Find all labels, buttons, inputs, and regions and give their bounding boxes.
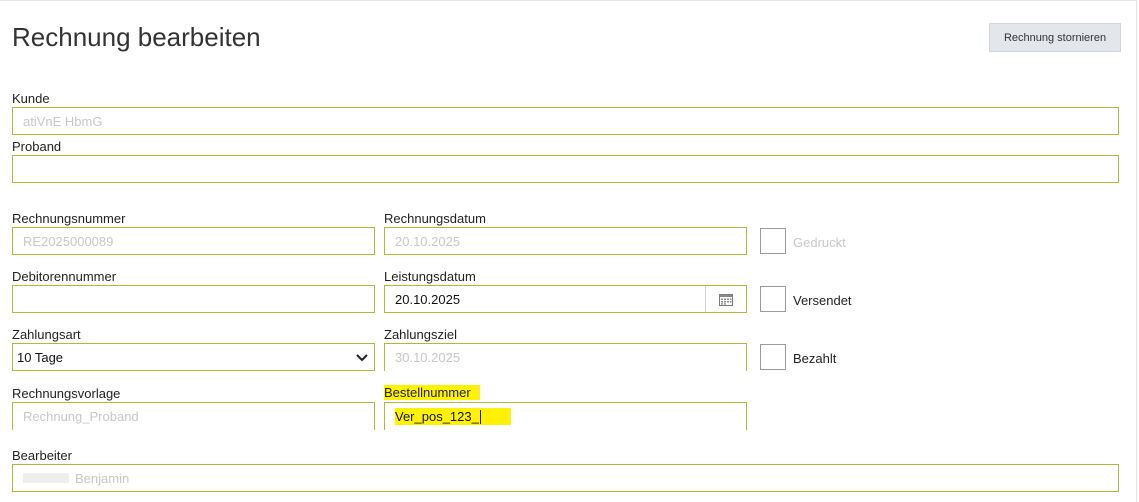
zahlungsart-select[interactable]: 10 Tage (12, 343, 375, 371)
debitorennummer-field[interactable] (12, 285, 375, 313)
leistungsdatum-value: 20.10.2025 (395, 291, 461, 307)
chevron-down-icon (356, 354, 368, 362)
zahlungsziel-label: Zahlungsziel (384, 327, 457, 342)
versendet-label: Versendet (793, 293, 852, 308)
text-cursor (479, 410, 481, 425)
bestellnummer-value-wrap: Ver_pos_123_ (395, 407, 511, 426)
kunde-value: atiVnE HbmG (23, 113, 103, 129)
calendar-button[interactable] (705, 286, 746, 312)
rechnungsnummer-label: Rechnungsnummer (12, 211, 126, 226)
rechnungsnummer-field[interactable]: RE2025000089 (12, 227, 375, 255)
zahlungsziel-field[interactable]: 30.10.2025 (384, 343, 747, 371)
versendet-checkbox[interactable] (760, 286, 786, 312)
proband-field[interactable] (12, 155, 1119, 183)
cancel-invoice-button[interactable]: Rechnung stornieren (989, 23, 1121, 52)
rechnungsnummer-value: RE2025000089 (23, 233, 114, 249)
calendar-icon (719, 293, 733, 306)
rechnungsvorlage-value: Rechnung_Proband (23, 409, 139, 424)
zahlungsart-value: 10 Tage (17, 349, 64, 365)
bestellnummer-label: Bestellnummer (384, 385, 480, 400)
debitorennummer-label: Debitorennummer (12, 269, 117, 284)
leistungsdatum-field[interactable]: 20.10.2025 (384, 285, 747, 313)
bestellnummer-field[interactable]: Ver_pos_123_ (384, 402, 747, 430)
bezahlt-label: Bezahlt (793, 351, 837, 366)
bestellnummer-label-text: Bestellnummer (384, 385, 480, 400)
rechnungsdatum-field[interactable]: 20.10.2025 (384, 227, 747, 255)
bezahlt-checkbox[interactable] (760, 344, 786, 370)
zahlungsart-label: Zahlungsart (12, 327, 81, 342)
proband-label: Proband (12, 139, 62, 154)
rechnungsdatum-label: Rechnungsdatum (384, 211, 486, 226)
gedruckt-label: Gedruckt (793, 235, 846, 250)
rechnungsvorlage-label: Rechnungsvorlage (12, 386, 121, 401)
bearbeiter-value: Benjamin (75, 470, 130, 486)
kunde-label: Kunde (12, 91, 50, 106)
rechnungsdatum-value: 20.10.2025 (395, 233, 461, 249)
bearbeiter-field[interactable]: Benjamin (12, 464, 1119, 492)
bestellnummer-value: Ver_pos_123_ (395, 408, 479, 424)
bearbeiter-label: Bearbeiter (12, 448, 72, 463)
rechnungsvorlage-field[interactable]: Rechnung_Proband (12, 402, 375, 430)
gedruckt-checkbox[interactable] (760, 228, 786, 254)
page-title: Rechnung bearbeiten (12, 22, 261, 52)
redacted-name (23, 473, 69, 483)
leistungsdatum-label: Leistungsdatum (384, 269, 476, 284)
kunde-field[interactable]: atiVnE HbmG (12, 107, 1119, 135)
zahlungsziel-value: 30.10.2025 (395, 350, 461, 365)
